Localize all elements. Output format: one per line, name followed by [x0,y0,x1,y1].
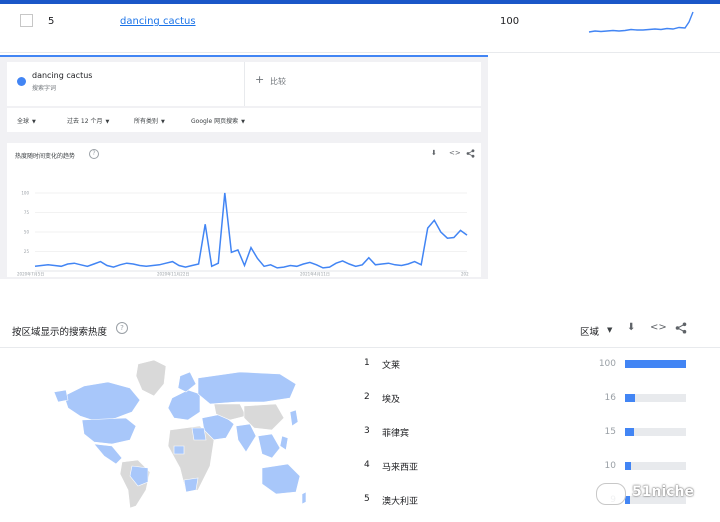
map-philippines [279,435,289,451]
caret-down-icon: ▼ [161,119,165,125]
time-filter-label: 过去 12 个月 [67,118,103,125]
region-bar-track [625,360,686,368]
region-value: 15 [604,427,616,437]
watermark-logo-icon [596,483,626,505]
help-icon[interactable]: ? [89,149,99,159]
region-name[interactable]: 马来西亚 [382,460,418,473]
map-canada [63,381,141,423]
divider [0,52,720,53]
category-filter-label: 所有类别 [134,118,159,125]
help-icon[interactable]: ? [116,322,128,334]
map-nigeria [173,445,185,455]
region-bar-track [625,462,686,470]
panel-accent-line [0,55,488,57]
x-tick-label: 2020年7月5日 [17,271,44,277]
caret-down-icon: ▼ [241,119,245,125]
map-new-zealand [301,491,307,505]
category-filter[interactable]: 所有类别 ▼ [134,116,165,125]
compare-card[interactable]: + 比较 [245,62,481,106]
embed-icon[interactable]: <> [449,149,461,157]
region-rank: 3 [364,426,370,436]
series-color-dot [17,77,26,86]
plus-icon: + [255,73,265,86]
region-bar-fill [625,496,631,504]
x-tick-label: 2020年11月22日 [157,271,189,277]
caret-down-icon: ▼ [105,119,110,125]
search-term-name: dancing cactus [32,71,93,80]
region-filter-label: 全球 [17,118,30,125]
map-japan [289,409,299,427]
x-tick-label: 202 [461,272,469,277]
region-bar-fill [625,360,686,368]
series-line [34,192,468,269]
caret-down-icon[interactable]: ▼ [607,326,612,334]
embed-icon[interactable]: <> [650,322,667,333]
share-icon[interactable] [675,322,687,337]
y-tick-label: 50 [24,230,30,235]
row-score: 100 [500,16,520,27]
watermark-text: 51niche [632,484,695,500]
sparkline [588,11,694,33]
y-tick-label: 100 [21,191,29,196]
region-bar-track [625,394,686,402]
map-alaska [53,389,69,403]
region-rank: 5 [364,494,370,504]
search-type-filter[interactable]: Google 网页搜索 ▼ [191,116,245,125]
time-filter[interactable]: 过去 12 个月 ▼ [67,116,109,125]
region-name[interactable]: 文莱 [382,358,400,371]
map-mexico [93,443,123,465]
share-icon[interactable] [466,149,475,160]
map-south-africa [183,477,199,493]
map-egypt [191,427,207,441]
region-rank: 4 [364,460,370,470]
region-bar-fill [625,428,635,436]
row-index: 5 [48,16,55,27]
search-type-filter-label: Google 网页搜索 [191,118,239,125]
chart-title: 热度随时间变化的趋势 [15,153,76,160]
share-glyph [675,322,687,334]
map-russia [197,371,297,405]
region-filter[interactable]: 全球 ▼ [17,116,36,125]
filter-bar: 全球 ▼ 过去 12 个月 ▼ 所有类别 ▼ Google 网页搜索 ▼ [7,108,481,132]
region-level-select[interactable]: 区域 [580,324,599,338]
region-value: 16 [604,393,616,403]
region-name[interactable]: 菲律宾 [382,426,409,439]
region-rank: 2 [364,392,370,402]
download-icon[interactable]: ⬇ [627,322,635,333]
sparkline-line [588,11,694,33]
region-bar-track [625,428,686,436]
trend-chart-card: 100 75 50 25 2020年7月5日 2020年11月22日 2021年4月11日… [7,143,481,277]
region-bar-fill [625,394,635,402]
region-value: 100 [598,359,616,369]
region-rank: 1 [364,358,370,368]
trend-chart: 100 75 50 25 2020年7月5日 2020年11月22日 2021年4月11日… [17,191,469,277]
y-tick-label: 75 [24,210,30,215]
region-bar-fill [625,462,632,470]
map-greenland [135,359,167,397]
region-name[interactable]: 澳大利亚 [382,494,418,507]
y-tick-label: 25 [24,249,30,254]
world-map[interactable] [50,350,310,510]
download-icon[interactable]: ⬇ [431,149,437,157]
share-glyph [466,149,475,158]
row-checkbox[interactable] [20,14,33,27]
caret-down-icon: ▼ [32,119,36,125]
map-scandinavia [177,371,197,393]
map-europe [167,389,201,421]
region-section-title: 按区域显示的搜索热度 [12,327,108,338]
map-australia [261,463,301,495]
map-southeast-asia [257,433,281,459]
compare-label: 比较 [270,77,286,86]
region-value: 10 [604,461,616,471]
search-term-subtitle: 搜索字词 [32,85,57,92]
search-term-card[interactable]: dancing cactus 搜索字词 [7,62,245,106]
query-link[interactable]: dancing cactus [120,16,196,27]
x-tick-label: 2021年4月11日 [300,271,330,277]
map-india [235,423,257,453]
divider [0,347,720,348]
region-name[interactable]: 埃及 [382,392,400,405]
map-usa [81,417,137,445]
